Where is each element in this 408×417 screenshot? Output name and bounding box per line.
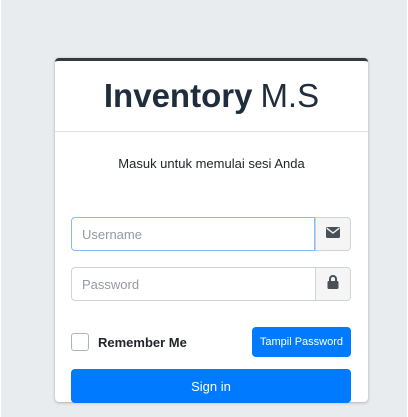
password-input[interactable]	[71, 267, 315, 301]
username-input[interactable]	[71, 217, 315, 251]
lock-icon	[327, 274, 339, 294]
login-message: Masuk untuk memulai sesi Anda	[118, 156, 305, 171]
password-addon	[315, 267, 351, 301]
remember-me-label[interactable]: Remember Me	[98, 335, 187, 350]
remember-me[interactable]: Remember Me	[71, 333, 187, 351]
sign-in-button[interactable]: Sign in	[71, 369, 351, 403]
brand-title-light[interactable]: M.S	[260, 77, 319, 115]
remember-me-checkbox[interactable]	[71, 333, 89, 351]
show-password-button[interactable]: Tampil Password	[251, 327, 351, 357]
password-group	[71, 267, 351, 301]
login-card: Inventory M.S Masuk untuk memulai sesi A…	[55, 58, 368, 403]
username-group	[71, 217, 351, 251]
envelope-icon	[326, 225, 340, 243]
brand-title-bold[interactable]: Inventory	[104, 77, 253, 115]
card-body: Masuk untuk memulai sesi Anda Username R…	[55, 155, 368, 403]
card-header: Inventory M.S	[55, 61, 368, 132]
options-row: Remember Me Tampil Password	[71, 327, 351, 357]
username-addon	[315, 217, 351, 251]
